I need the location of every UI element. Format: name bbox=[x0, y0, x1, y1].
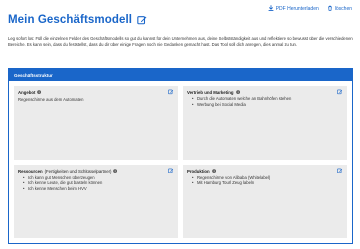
list-item: Mit Hamburg Tourl Zeug labeln bbox=[192, 180, 343, 186]
edit-icon[interactable] bbox=[336, 168, 343, 174]
download-pdf-label: PDF Herunterladen bbox=[275, 6, 319, 12]
list-item: Werbung bei Social Media bbox=[192, 102, 343, 108]
cell-header: Angebot bbox=[18, 90, 174, 95]
business-model-panel: Geschäftsstruktur Angebot Regenschirme a… bbox=[8, 68, 353, 244]
page-title: Mein Geschäftsmodell bbox=[8, 14, 133, 26]
trash-icon bbox=[327, 5, 333, 13]
cell-ressourcen: Ressourcen (Fertigkeiten und Schlüsselpa… bbox=[14, 164, 178, 238]
info-icon[interactable] bbox=[113, 169, 118, 173]
download-icon bbox=[268, 5, 274, 13]
cell-produktion: Produktion Regenschirme von Alibaba (Whi… bbox=[183, 164, 347, 238]
cell-title: Ressourcen bbox=[18, 168, 43, 174]
info-icon[interactable] bbox=[211, 169, 216, 173]
list-item: Ich kenne Menschen beim HVV bbox=[23, 186, 174, 192]
cell-header: Ressourcen (Fertigkeiten und Schlüsselpa… bbox=[18, 169, 174, 174]
edit-icon[interactable] bbox=[167, 89, 174, 95]
list-item: Regenschirme aus dem Automaten bbox=[18, 97, 84, 102]
edit-title-icon[interactable] bbox=[137, 15, 147, 25]
delete-label: löschen bbox=[334, 6, 352, 12]
cell-header: Vertrieb und Marketing bbox=[187, 90, 343, 95]
top-actions: PDF Herunterladen löschen bbox=[268, 5, 352, 13]
item-list: Durch die Automaten welche an Bahnhöfen … bbox=[187, 96, 343, 107]
cell-title: Produktion bbox=[187, 168, 210, 174]
page-header: Mein Geschäftsmodell bbox=[8, 14, 147, 26]
info-icon[interactable] bbox=[235, 90, 240, 95]
info-icon[interactable] bbox=[37, 90, 42, 95]
delete-button[interactable]: löschen bbox=[327, 5, 352, 13]
item-list: Ich kann gut Menschen überzeugen Ich ken… bbox=[18, 175, 174, 192]
item-list: Regenschirme von Alibaba (Whitelabel) Mi… bbox=[187, 175, 343, 186]
panel-title: Geschäftsstruktur bbox=[9, 69, 352, 81]
cell-subtitle: (Fertigkeiten und Schlüsselpartner) bbox=[44, 168, 112, 174]
cell-vertrieb: Vertrieb und Marketing Durch die Automat… bbox=[183, 86, 347, 160]
cell-title: Angebot bbox=[18, 90, 36, 95]
intro-text: Leg sofort los: Füll die einzelnen Felde… bbox=[8, 36, 353, 47]
cell-header: Produktion bbox=[187, 169, 343, 174]
edit-icon[interactable] bbox=[167, 168, 174, 174]
edit-icon[interactable] bbox=[336, 89, 343, 95]
cell-title: Vertrieb und Marketing bbox=[187, 90, 234, 95]
download-pdf-button[interactable]: PDF Herunterladen bbox=[268, 5, 319, 13]
business-model-grid: Angebot Regenschirme aus dem Automaten V… bbox=[14, 86, 347, 238]
cell-angebot: Angebot Regenschirme aus dem Automaten bbox=[14, 86, 178, 160]
